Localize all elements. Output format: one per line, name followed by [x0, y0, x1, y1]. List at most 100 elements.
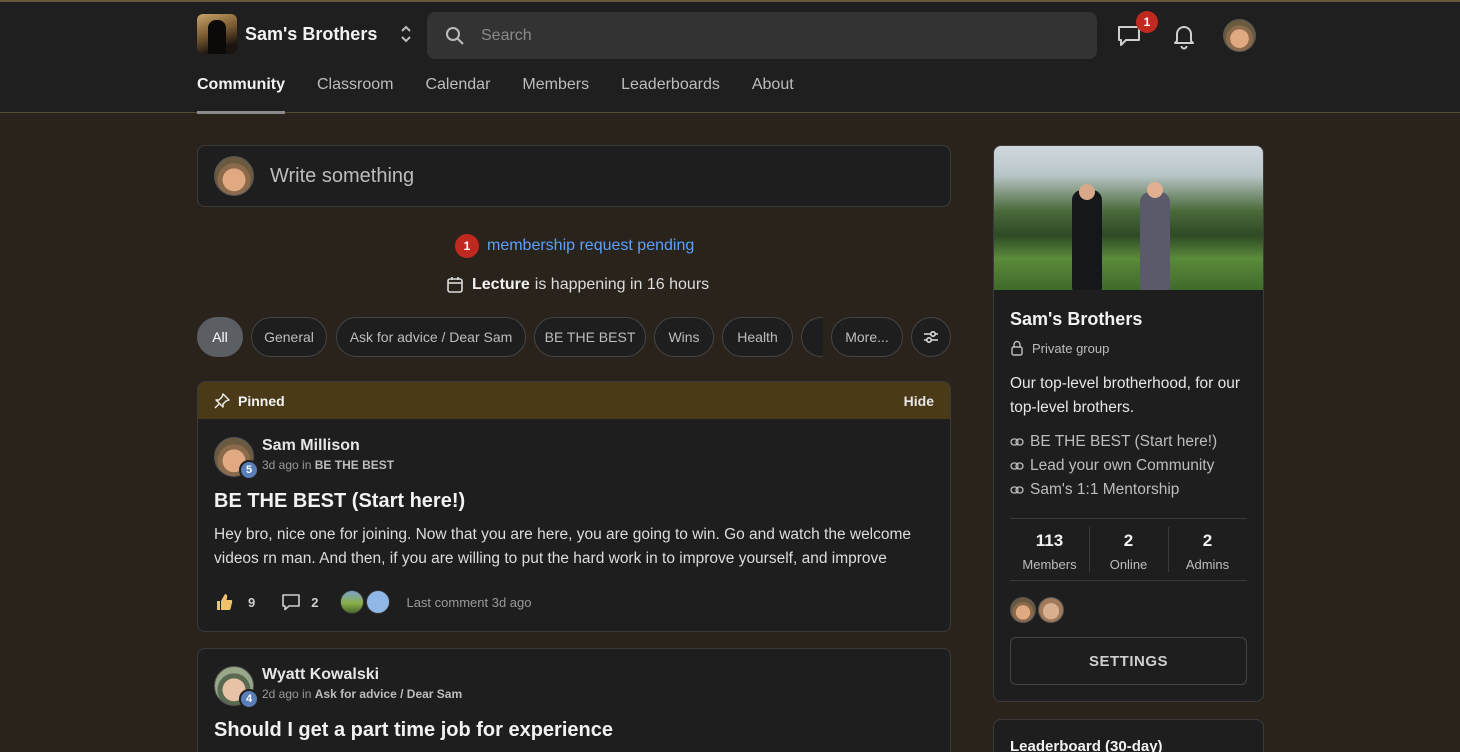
post-time: 2d ago in — [262, 687, 312, 701]
like-count: 9 — [248, 594, 256, 610]
post-category[interactable]: Ask for advice / Dear Sam — [315, 687, 462, 701]
search-bar[interactable] — [427, 12, 1097, 59]
pinned-label: Pinned — [238, 392, 285, 409]
chip-ask-for-advice[interactable]: Ask for advice / Dear Sam — [336, 317, 526, 357]
tab-classroom[interactable]: Classroom — [317, 76, 393, 114]
chevron-updown-icon[interactable] — [399, 23, 413, 45]
author-name[interactable]: Wyatt Kowalski — [262, 666, 462, 684]
stat-label: Members — [1022, 557, 1077, 572]
post-author[interactable]: 4 Wyatt Kowalski 2d ago in Ask for advic… — [214, 666, 462, 709]
comment-count: 2 — [311, 594, 319, 610]
last-comment: Last comment 3d ago — [406, 594, 532, 610]
comment-icon[interactable] — [281, 592, 301, 612]
cover-person — [1072, 190, 1102, 290]
level-badge: 5 — [239, 460, 259, 480]
filter-button[interactable] — [911, 317, 951, 357]
main-nav: Community Classroom Calendar Members Lea… — [197, 76, 826, 114]
post-meta: 2d ago in Ask for advice / Dear Sam — [262, 687, 462, 701]
stat-online[interactable]: 2 Online — [1089, 519, 1168, 580]
tab-leaderboards[interactable]: Leaderboards — [621, 76, 720, 114]
chip-more[interactable]: More... — [831, 317, 903, 357]
group-stats: 113 Members 2 Online 2 Admins — [1010, 518, 1247, 581]
bell-icon[interactable] — [1172, 22, 1196, 50]
sliders-icon — [924, 330, 938, 344]
admin-avatars — [1010, 597, 1247, 623]
composer-avatar — [214, 156, 254, 196]
post-meta: 3d ago in BE THE BEST — [262, 458, 394, 472]
composer-placeholder[interactable]: Write something — [270, 165, 414, 188]
membership-pending[interactable]: 1 membership request pending — [455, 234, 694, 258]
pin-icon — [214, 392, 230, 408]
stat-label: Online — [1109, 557, 1148, 572]
chip-wins[interactable]: Wins — [654, 317, 714, 357]
tab-community[interactable]: Community — [197, 76, 285, 114]
group-link[interactable]: Sam's 1:1 Mentorship — [1010, 478, 1247, 502]
tab-about[interactable]: About — [752, 76, 794, 114]
tab-calendar[interactable]: Calendar — [425, 76, 490, 114]
author-name[interactable]: Sam Millison — [262, 437, 394, 455]
event-name: Lecture — [472, 276, 530, 293]
post-title[interactable]: Should I get a part time job for experie… — [214, 719, 613, 742]
group-link-label[interactable]: Sam's 1:1 Mentorship — [1030, 478, 1179, 502]
stat-label: Admins — [1185, 557, 1230, 572]
leaderboard-title: Leaderboard (30-day) — [1010, 738, 1163, 752]
event-notice[interactable]: Lecture is happening in 16 hours — [446, 276, 709, 294]
commenter-avatar[interactable] — [340, 590, 365, 614]
post-time: 3d ago in — [262, 458, 312, 472]
group-link-label[interactable]: BE THE BEST (Start here!) — [1030, 430, 1217, 454]
group-logo — [197, 14, 237, 54]
author-avatar[interactable]: 4 — [214, 666, 259, 709]
group-title: Sam's Brothers — [1010, 309, 1143, 329]
stat-admins[interactable]: 2 Admins — [1168, 519, 1247, 580]
group-link[interactable]: Lead your own Community — [1010, 454, 1247, 478]
stat-members[interactable]: 113 Members — [1010, 519, 1089, 580]
post-body: Hey bro, nice one for joining. Now that … — [214, 526, 912, 567]
user-avatar[interactable] — [1223, 19, 1256, 52]
author-avatar[interactable]: 5 — [214, 437, 259, 480]
commenter-avatar[interactable] — [366, 590, 391, 614]
chip-be-the-best[interactable]: BE THE BEST — [534, 317, 646, 357]
admin-avatar[interactable] — [1010, 597, 1036, 623]
leaderboard-card: Leaderboard (30-day) — [993, 719, 1264, 752]
chip-general[interactable]: General — [251, 317, 327, 357]
author-info: Wyatt Kowalski 2d ago in Ask for advice … — [262, 666, 462, 706]
search-icon — [446, 26, 464, 45]
post-footer: 9 2 Last comment 3d ago — [214, 590, 532, 614]
post-card[interactable]: 4 Wyatt Kowalski 2d ago in Ask for advic… — [197, 648, 951, 752]
settings-button[interactable]: SETTINGS — [1010, 637, 1247, 685]
thumbs-up-icon[interactable] — [214, 592, 234, 612]
group-link[interactable]: BE THE BEST (Start here!) — [1010, 430, 1247, 454]
stat-value: 2 — [1123, 531, 1134, 550]
group-switcher[interactable]: Sam's Brothers — [197, 14, 412, 54]
stat-value: 113 — [1035, 531, 1064, 550]
link-icon — [1010, 486, 1024, 494]
chip-all[interactable]: All — [197, 317, 243, 357]
chat-badge: 1 — [1136, 11, 1158, 33]
group-cover-image — [994, 146, 1263, 290]
chip-health[interactable]: Health — [722, 317, 793, 357]
group-link-label[interactable]: Lead your own Community — [1030, 454, 1214, 478]
link-icon — [1010, 462, 1024, 470]
post-card-pinned[interactable]: Pinned Hide 5 Sam Millison 3d ago in BE … — [197, 381, 951, 632]
post-author[interactable]: 5 Sam Millison 3d ago in BE THE BEST — [214, 437, 394, 480]
pending-link[interactable]: membership request pending — [487, 237, 694, 255]
group-privacy: Private group — [1010, 340, 1247, 356]
post-composer[interactable]: Write something — [197, 145, 951, 207]
link-icon — [1010, 438, 1024, 446]
pending-count-badge: 1 — [455, 234, 479, 258]
hide-button[interactable]: Hide — [904, 393, 934, 409]
calendar-icon — [447, 277, 463, 293]
pinned-bar: Pinned Hide — [198, 382, 950, 419]
pinned-label-wrap: Pinned — [214, 393, 285, 409]
post-title[interactable]: BE THE BEST (Start here!) — [214, 490, 465, 513]
post-category[interactable]: BE THE BEST — [315, 458, 394, 472]
stat-value: 2 — [1202, 531, 1213, 550]
cover-person-head — [1079, 184, 1095, 200]
cover-person-head — [1147, 182, 1163, 198]
search-input[interactable] — [481, 26, 1041, 45]
event-text: is happening in 16 hours — [534, 276, 710, 293]
group-description: Our top-level brotherhood, for our top-l… — [1010, 375, 1241, 416]
admin-avatar[interactable] — [1038, 597, 1064, 623]
tab-members[interactable]: Members — [522, 76, 589, 114]
group-links: BE THE BEST (Start here!) Lead your own … — [1010, 430, 1247, 502]
